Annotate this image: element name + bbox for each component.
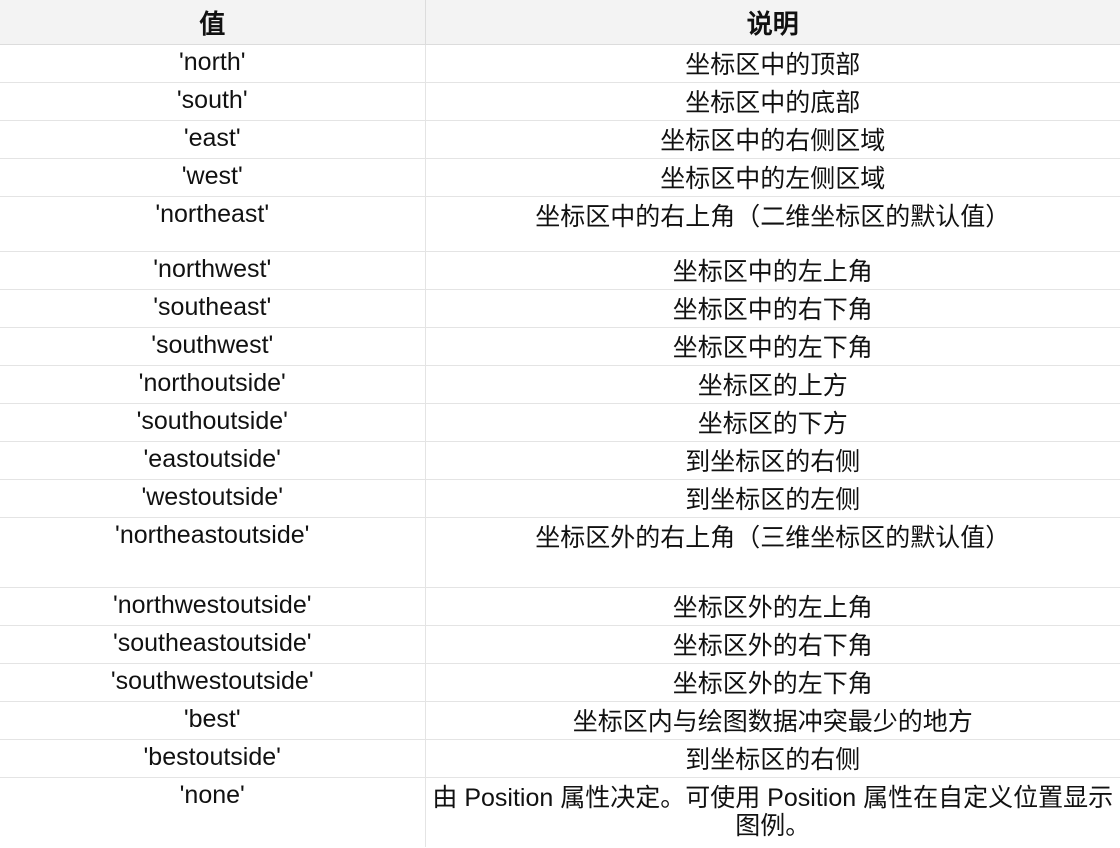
description-cell: 坐标区内与绘图数据冲突最少的地方: [425, 701, 1120, 740]
value-cell: 'northeast': [0, 196, 426, 252]
table-row: 'south' 坐标区中的底部: [0, 82, 1120, 121]
table-row: 'none' 由 Position 属性决定。可使用 Position 属性在自…: [0, 777, 1120, 847]
description-cell: 坐标区中的右下角: [425, 289, 1120, 328]
value-cell: 'west': [0, 158, 426, 197]
legend-location-table: 值 说明 'north' 坐标区中的顶部 'south' 坐标区中的底部 'ea…: [0, 0, 1120, 847]
table-row: 'eastoutside' 到坐标区的右侧: [0, 441, 1120, 480]
description-cell: 坐标区外的左上角: [425, 587, 1120, 626]
table-row: 'westoutside' 到坐标区的左侧: [0, 479, 1120, 518]
value-cell: 'westoutside': [0, 479, 426, 518]
table-row: 'east' 坐标区中的右侧区域: [0, 120, 1120, 159]
description-cell: 坐标区中的右上角（二维坐标区的默认值）: [425, 196, 1120, 252]
description-cell: 到坐标区的左侧: [425, 479, 1120, 518]
header-value: 值: [0, 0, 426, 45]
value-cell: 'southwest': [0, 327, 426, 366]
table-row: 'northeast' 坐标区中的右上角（二维坐标区的默认值）: [0, 196, 1120, 252]
table-row: 'bestoutside' 到坐标区的右侧: [0, 739, 1120, 778]
description-cell: 坐标区的上方: [425, 365, 1120, 404]
value-cell: 'northoutside': [0, 365, 426, 404]
value-cell: 'southeast': [0, 289, 426, 328]
table-row: 'southwestoutside' 坐标区外的左下角: [0, 663, 1120, 702]
description-cell: 坐标区中的底部: [425, 82, 1120, 121]
description-cell: 坐标区中的顶部: [425, 44, 1120, 83]
description-cell: 坐标区中的左下角: [425, 327, 1120, 366]
value-cell: 'southeastoutside': [0, 625, 426, 664]
description-cell: 坐标区外的右上角（三维坐标区的默认值）: [425, 517, 1120, 588]
table-row: 'west' 坐标区中的左侧区域: [0, 158, 1120, 197]
value-cell: 'southoutside': [0, 403, 426, 442]
value-cell: 'eastoutside': [0, 441, 426, 480]
description-cell: 坐标区外的左下角: [425, 663, 1120, 702]
table-row: 'northwest' 坐标区中的左上角: [0, 251, 1120, 290]
table-row: 'northwestoutside' 坐标区外的左上角: [0, 587, 1120, 626]
value-cell: 'northwestoutside': [0, 587, 426, 626]
value-cell: 'northwest': [0, 251, 426, 290]
table-row: 'southoutside' 坐标区的下方: [0, 403, 1120, 442]
description-cell: 由 Position 属性决定。可使用 Position 属性在自定义位置显示图…: [432, 784, 1114, 840]
header-row: 值 说明: [0, 0, 1120, 45]
table-row: 'southwest' 坐标区中的左下角: [0, 327, 1120, 366]
value-cell: 'southwestoutside': [0, 663, 426, 702]
value-cell: 'north': [0, 44, 426, 83]
value-cell: 'none': [0, 777, 426, 847]
value-cell: 'east': [0, 120, 426, 159]
table-row: 'northoutside' 坐标区的上方: [0, 365, 1120, 404]
table-row: 'northeastoutside' 坐标区外的右上角（三维坐标区的默认值）: [0, 517, 1120, 588]
value-cell: 'best': [0, 701, 426, 740]
table-row: 'southeastoutside' 坐标区外的右下角: [0, 625, 1120, 664]
description-cell: 坐标区中的右侧区域: [425, 120, 1120, 159]
description-cell: 坐标区的下方: [425, 403, 1120, 442]
table-row: 'southeast' 坐标区中的右下角: [0, 289, 1120, 328]
description-cell: 到坐标区的右侧: [425, 441, 1120, 480]
table-row: 'best' 坐标区内与绘图数据冲突最少的地方: [0, 701, 1120, 740]
description-cell: 坐标区中的左上角: [425, 251, 1120, 290]
description-cell: 坐标区中的左侧区域: [425, 158, 1120, 197]
description-cell: 到坐标区的右侧: [425, 739, 1120, 778]
value-cell: 'south': [0, 82, 426, 121]
value-cell: 'northeastoutside': [0, 517, 426, 588]
description-cell: 坐标区外的右下角: [425, 625, 1120, 664]
header-description: 说明: [425, 0, 1120, 45]
value-cell: 'bestoutside': [0, 739, 426, 778]
table-row: 'north' 坐标区中的顶部: [0, 44, 1120, 83]
